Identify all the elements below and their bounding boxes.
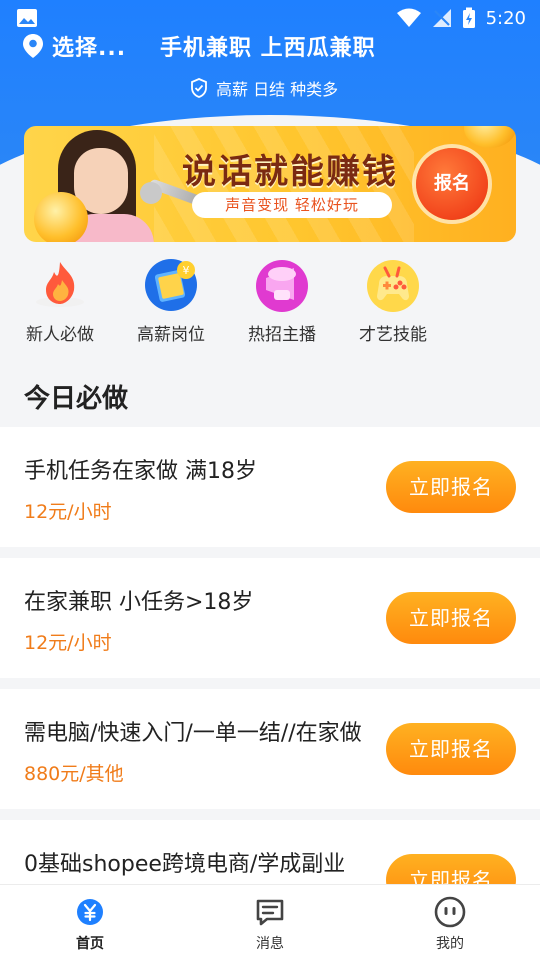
message-icon [253, 895, 287, 929]
promo-banner[interactable]: 说话就能赚钱 声音变现 轻松好玩 报名 [24, 126, 516, 242]
job-pay: 12元/小时 [24, 501, 112, 523]
banner-subline: 声音变现 轻松好玩 [192, 192, 392, 218]
category-newbie[interactable]: 新人必做 [12, 252, 108, 345]
slogan-text: 高薪 日结 种类多 [216, 80, 339, 99]
bottom-nav: 首页 消息 我的 [0, 884, 540, 960]
flame-icon [32, 256, 88, 312]
location-label: 选择... [52, 36, 127, 61]
nav-label: 首页 [76, 936, 104, 952]
banner-headline: 说话就能赚钱 [182, 152, 398, 192]
job-pay: 12元/小时 [24, 632, 112, 654]
wifi-icon [396, 8, 421, 27]
home-yuan-icon [73, 895, 107, 929]
location-selector[interactable]: 选择... [22, 30, 126, 62]
job-title: 在家兼职 小任务>18岁 [24, 590, 254, 615]
location-pin-icon [23, 34, 43, 58]
category-label: 才艺技能 [359, 325, 427, 345]
category-talent-skill[interactable]: 才艺技能 [345, 252, 441, 345]
job-title: 需电脑/快速入门/一单一结//在家做 [24, 721, 362, 746]
megaphone-icon [254, 256, 310, 312]
top-bar: 选择... 手机兼职 上西瓜兼职 [0, 28, 540, 68]
apply-button[interactable]: 立即报名 [386, 592, 516, 644]
page-title: 手机兼职 上西瓜兼职 [160, 36, 376, 61]
nav-profile[interactable]: 我的 [390, 895, 510, 953]
job-card[interactable]: 手机任务在家做 满18岁 12元/小时 立即报名 [0, 427, 540, 547]
nav-home[interactable]: 首页 [30, 895, 150, 953]
job-title: 手机任务在家做 满18岁 [24, 459, 257, 484]
gallery-notification-icon [17, 9, 37, 27]
nav-label: 消息 [256, 936, 284, 952]
gamepad-icon [365, 256, 421, 312]
section-title: 今日必做 [24, 384, 129, 414]
profile-face-icon [433, 895, 467, 929]
slogan: 高薪 日结 种类多 [190, 76, 338, 100]
category-row: 新人必做 ¥ 高薪岗位 热招主播 才艺技能 [0, 252, 540, 352]
banner-signup-button[interactable]: 报名 [416, 148, 488, 220]
nav-messages[interactable]: 消息 [210, 895, 330, 953]
category-label: 新人必做 [26, 325, 94, 345]
no-signal-icon [432, 9, 451, 27]
job-title: 0基础shopee跨境电商/学成副业 [24, 852, 346, 877]
apply-button[interactable]: 立即报名 [386, 723, 516, 775]
nav-label: 我的 [436, 936, 464, 952]
coin-card-icon: ¥ [143, 256, 199, 312]
apply-button[interactable]: 立即报名 [386, 461, 516, 513]
coin-decoration [34, 192, 88, 242]
job-card[interactable]: 需电脑/快速入门/一单一结//在家做 880元/其他 立即报名 [0, 689, 540, 809]
job-pay: 880元/其他 [24, 763, 124, 785]
category-high-pay[interactable]: ¥ 高薪岗位 [123, 252, 219, 345]
category-label: 高薪岗位 [137, 325, 205, 345]
svg-text:¥: ¥ [183, 264, 190, 277]
battery-charging-icon [462, 7, 475, 28]
category-host-hiring[interactable]: 热招主播 [234, 252, 330, 345]
job-card[interactable]: 在家兼职 小任务>18岁 12元/小时 立即报名 [0, 558, 540, 678]
status-time: 5:20 [485, 7, 526, 29]
shield-check-icon [191, 78, 207, 98]
coin-decoration [464, 126, 516, 148]
category-label: 热招主播 [248, 325, 316, 345]
microphone-head [140, 182, 162, 204]
